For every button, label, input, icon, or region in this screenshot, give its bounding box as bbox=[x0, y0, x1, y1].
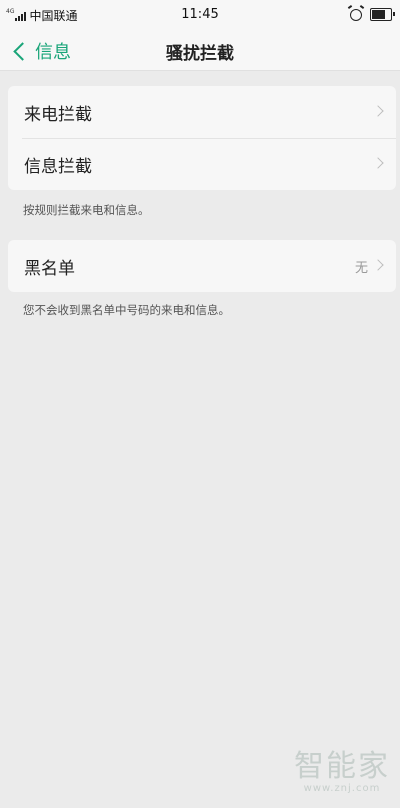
list-item-label: 来电拦截 bbox=[24, 104, 92, 125]
blacklist-item[interactable]: 黑名单 无 bbox=[8, 240, 396, 292]
blacklist-hint: 您不会收到黑名单中号码的来电和信息。 bbox=[23, 303, 230, 317]
message-interception-item[interactable]: 信息拦截 bbox=[8, 138, 396, 190]
blacklist-group: 黑名单 无 bbox=[8, 240, 396, 292]
blacklist-value: 无 bbox=[354, 260, 368, 276]
interception-hint: 按规则拦截来电和信息。 bbox=[23, 203, 150, 217]
watermark-logo: 智能家 bbox=[294, 749, 390, 784]
battery-icon bbox=[370, 8, 395, 21]
page-title: 骚扰拦截 bbox=[166, 44, 234, 64]
status-right bbox=[350, 8, 395, 21]
alarm-icon bbox=[350, 8, 362, 21]
status-time: 11:45 bbox=[181, 7, 219, 22]
list-item-label: 信息拦截 bbox=[24, 156, 92, 177]
watermark-url: www.znj.com bbox=[303, 783, 381, 794]
list-item-label: 黑名单 bbox=[24, 258, 75, 279]
screen: 4G 中国联通 11:45 信息 骚扰拦截 来电拦截 信息拦截 按规则拦截来电和… bbox=[0, 0, 400, 808]
nav-bar: 信息 骚扰拦截 bbox=[0, 30, 400, 71]
chevron-right-icon bbox=[372, 105, 384, 117]
status-bar: 4G 中国联通 11:45 bbox=[0, 0, 400, 30]
watermark: 智能家 www.znj.com bbox=[294, 749, 390, 795]
call-interception-item[interactable]: 来电拦截 bbox=[8, 86, 396, 138]
chevron-right-icon bbox=[372, 157, 384, 169]
interception-group: 来电拦截 信息拦截 bbox=[8, 86, 396, 190]
chevron-right-icon bbox=[372, 259, 384, 271]
